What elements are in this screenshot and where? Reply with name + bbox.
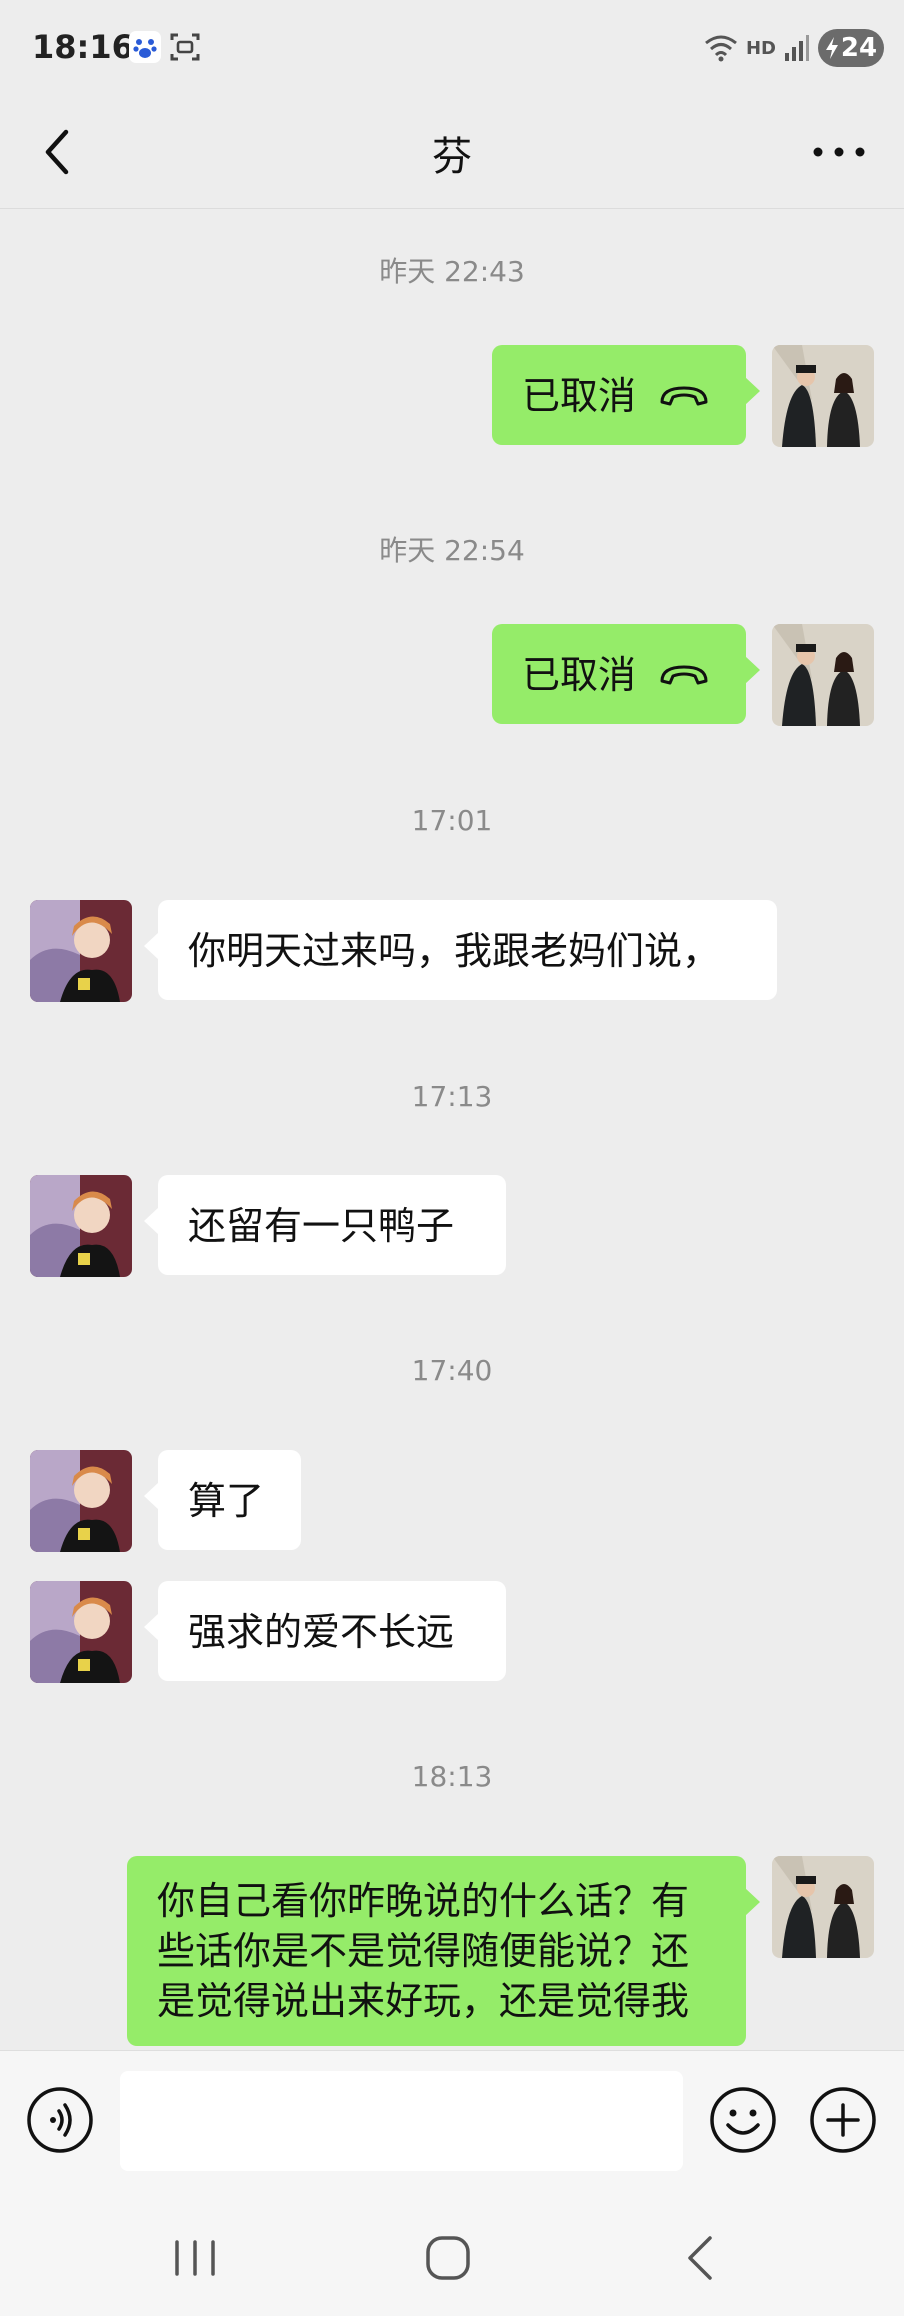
message-timestamp: 昨天 22:54	[379, 534, 525, 567]
message-timestamp: 昨天 22:43	[379, 255, 525, 288]
message-text: 强求的爱不长远	[188, 1610, 455, 1654]
phone-hangup-icon	[660, 386, 708, 406]
plus-circle-icon[interactable]	[808, 2085, 878, 2155]
message-bubble[interactable]: 你自己看你昨晚说的什么话？有些话你是不是觉得随便能说？还是觉得说出来好玩，还是觉…	[127, 1856, 760, 2046]
status-bar: 18:16 HD 24	[0, 0, 904, 100]
wifi-icon	[705, 35, 737, 62]
contact-avatar[interactable]	[30, 1450, 132, 1552]
message-text: 你自己看你昨晚说的什么话？有些话你是不是觉得随便能说？还是觉得说出来好玩，还是觉…	[157, 1879, 690, 2023]
call-status-text: 已取消	[522, 653, 637, 697]
emoji-icon[interactable]	[708, 2085, 778, 2155]
call-record-bubble[interactable]: 已取消	[492, 624, 760, 724]
message-text: 算了	[188, 1479, 265, 1523]
battery-level: 24	[840, 33, 878, 63]
system-navigation-bar	[0, 2190, 904, 2316]
contact-avatar[interactable]	[30, 900, 132, 1002]
call-record-bubble[interactable]: 已取消	[492, 345, 760, 445]
my-avatar[interactable]	[772, 1856, 874, 1958]
baidu-app-icon	[129, 31, 161, 63]
message-timestamp: 17:01	[411, 804, 493, 837]
message-input-bar	[0, 2050, 904, 2191]
home-icon[interactable]	[418, 2228, 478, 2288]
message-list[interactable]: 昨天 22:43 已取消 昨天 22:54 已取消 17:01 你明天过来吗，我…	[0, 208, 904, 2050]
screenshot-icon	[170, 33, 200, 61]
chat-title: 芬	[432, 134, 472, 180]
phone-hangup-icon	[660, 665, 708, 685]
message-bubble[interactable]: 还留有一只鸭子	[144, 1175, 506, 1275]
message-bubble[interactable]: 算了	[144, 1450, 301, 1550]
back-icon[interactable]	[672, 2228, 732, 2288]
message-text: 还留有一只鸭子	[188, 1204, 455, 1248]
message-timestamp: 17:40	[411, 1354, 493, 1387]
chat-header: 芬	[0, 100, 904, 209]
contact-avatar[interactable]	[30, 1175, 132, 1277]
more-dots-icon[interactable]	[804, 122, 874, 182]
battery-charging-icon: 24	[818, 29, 884, 67]
message-bubble[interactable]: 强求的爱不长远	[144, 1581, 506, 1681]
call-status-text: 已取消	[522, 374, 637, 418]
contact-avatar[interactable]	[30, 1581, 132, 1683]
signal-icon	[785, 35, 809, 61]
message-text: 你明天过来吗，我跟老妈们说，	[188, 929, 721, 973]
recent-apps-icon[interactable]	[165, 2228, 225, 2288]
message-timestamp: 18:13	[411, 1760, 493, 1793]
status-right: HD 24	[704, 28, 884, 68]
message-input[interactable]	[120, 2071, 683, 2171]
my-avatar[interactable]	[772, 345, 874, 447]
message-timestamp: 17:13	[411, 1080, 493, 1113]
status-time: 18:16	[32, 28, 134, 66]
my-avatar[interactable]	[772, 624, 874, 726]
voice-input-icon[interactable]	[25, 2085, 95, 2155]
message-bubble[interactable]: 你明天过来吗，我跟老妈们说，	[144, 900, 777, 1000]
network-label: HD	[745, 37, 776, 59]
